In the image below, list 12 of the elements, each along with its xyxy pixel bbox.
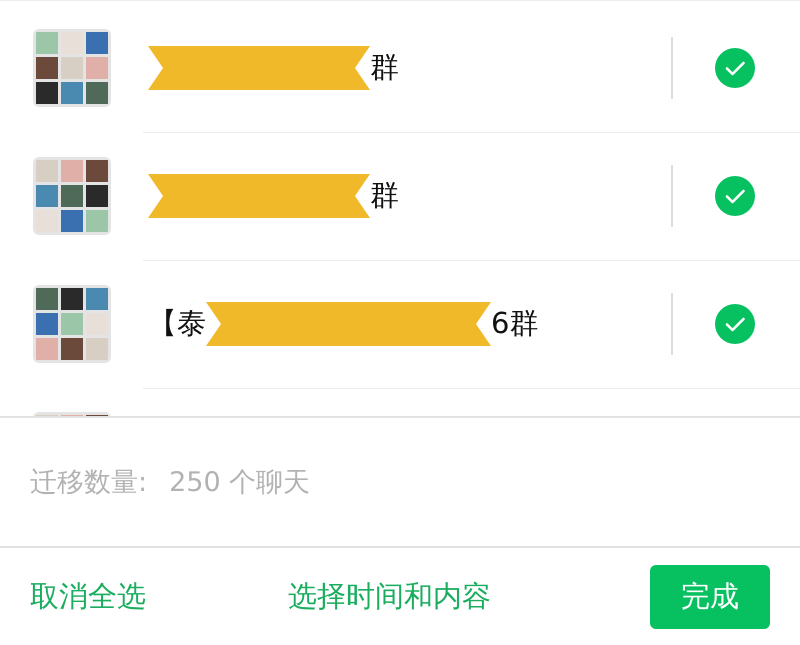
check-icon[interactable] <box>715 176 755 216</box>
check-icon[interactable] <box>715 48 755 88</box>
chat-name: 群 <box>370 176 399 214</box>
chat-name: 群 <box>370 48 399 86</box>
chat-name: 【泰 <box>148 304 206 342</box>
done-button[interactable]: 完成 <box>650 564 770 628</box>
choose-time-content-link[interactable]: 选择时间和内容 <box>288 576 518 616</box>
check-icon[interactable] <box>715 304 755 344</box>
migration-count: 250 个聊天 <box>169 466 310 500</box>
deselect-all-link[interactable]: 取消全选 <box>30 576 288 616</box>
chat-name: 6群 <box>491 304 538 342</box>
migration-count-label: 迁移数量: <box>30 466 148 500</box>
